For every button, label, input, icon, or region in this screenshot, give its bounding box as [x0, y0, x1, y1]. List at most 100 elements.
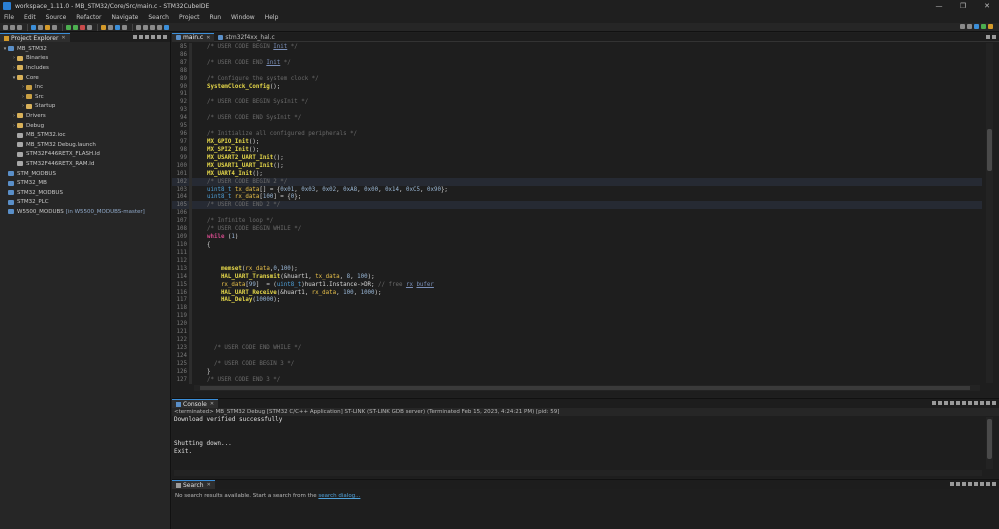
- device-perspective-icon[interactable]: [988, 24, 993, 29]
- scrollbar-thumb[interactable]: [987, 129, 992, 171]
- code-line[interactable]: 115 rx_data[99] = (uint8_t)huart1.Instan…: [172, 280, 982, 289]
- remove-all-icon[interactable]: [944, 401, 948, 405]
- close-icon[interactable]: ✕: [210, 401, 214, 407]
- build-icon[interactable]: [31, 24, 36, 30]
- editor-horizontal-scrollbar[interactable]: [194, 385, 980, 391]
- search-dialog-link[interactable]: search dialog...: [318, 493, 360, 499]
- device-config-icon[interactable]: [45, 24, 50, 30]
- navigate-icon[interactable]: [157, 24, 162, 30]
- collapse-all-icon[interactable]: [974, 482, 978, 486]
- code-line[interactable]: 101 MX_UART4_Init ();: [172, 169, 982, 178]
- menu-search[interactable]: Search: [148, 14, 169, 21]
- tab-project-explorer[interactable]: Project Explorer ✕: [0, 33, 70, 42]
- code-line[interactable]: 102 /* USER CODE BEGIN 2 */: [172, 177, 982, 186]
- search-icon[interactable]: [108, 24, 113, 30]
- code-line[interactable]: 85 /* USER CODE BEGIN Init */: [172, 43, 982, 51]
- terminate-icon[interactable]: [932, 401, 936, 405]
- tree-item[interactable]: › Includes: [0, 63, 170, 73]
- code-line[interactable]: 87 /* USER CODE END Init */: [172, 58, 982, 67]
- code-line[interactable]: 123 /* USER CODE END WHILE */: [172, 344, 982, 352]
- tree-item[interactable]: W5500_MODUBS [in W5500_MODUBS-master]: [0, 207, 170, 217]
- maximize-icon[interactable]: [163, 35, 167, 39]
- forward-icon[interactable]: [143, 24, 148, 30]
- minimize-icon[interactable]: [157, 35, 161, 39]
- code-line[interactable]: 86: [172, 50, 982, 59]
- code-line[interactable]: 96 /* Initialize all configured peripher…: [172, 130, 982, 139]
- cpp-perspective-icon[interactable]: [974, 24, 979, 29]
- word-wrap-icon[interactable]: [962, 401, 966, 405]
- tree-item[interactable]: STM32_PLC: [0, 198, 170, 208]
- tree-item[interactable]: ▾ Core: [0, 73, 170, 83]
- code-line[interactable]: 120: [172, 320, 982, 329]
- console-vertical-scrollbar[interactable]: [986, 417, 993, 469]
- menu-navigate[interactable]: Navigate: [111, 14, 138, 21]
- tree-item[interactable]: STM32_MB: [0, 178, 170, 188]
- tree-item[interactable]: MB_STM32.ioc: [0, 130, 170, 140]
- scrollbar-thumb[interactable]: [987, 419, 992, 459]
- code-line[interactable]: 118: [172, 304, 982, 313]
- tree-item[interactable]: STM32F446RETX_FLASH.ld: [0, 150, 170, 160]
- remove-match-icon[interactable]: [962, 482, 966, 486]
- code-line[interactable]: 91: [172, 90, 982, 99]
- code-line[interactable]: 93: [172, 106, 982, 115]
- new-icon[interactable]: [3, 24, 8, 30]
- tree-item[interactable]: STM_MODBUS: [0, 169, 170, 179]
- tab-main-c[interactable]: main.c ✕: [172, 32, 215, 42]
- code-line[interactable]: 127 /* USER CODE END 3 */: [172, 375, 982, 384]
- code-line[interactable]: 108 /* USER CODE BEGIN WHILE */: [172, 225, 982, 234]
- toggle-mark-icon[interactable]: [115, 24, 120, 30]
- menu-project[interactable]: Project: [179, 14, 200, 21]
- display-console-icon[interactable]: [974, 401, 978, 405]
- tree-item[interactable]: › Debug: [0, 121, 170, 131]
- maximize-icon[interactable]: [992, 401, 996, 405]
- tab-search[interactable]: Search ✕: [172, 480, 215, 489]
- code-line[interactable]: 109 while (1): [172, 233, 982, 242]
- code-line[interactable]: 98 MX_SPI2_Init ();: [172, 145, 982, 154]
- minimize-button[interactable]: —: [927, 0, 951, 12]
- console-horizontal-scrollbar[interactable]: [174, 470, 982, 476]
- code-line[interactable]: 104 uint8_t rx_data[100] = {0};: [172, 193, 982, 202]
- minimize-icon[interactable]: [986, 35, 990, 39]
- back-icon[interactable]: [136, 24, 141, 30]
- run-icon[interactable]: [73, 24, 78, 30]
- menu-run[interactable]: Run: [210, 14, 222, 21]
- menu-edit[interactable]: Edit: [24, 14, 36, 21]
- code-line[interactable]: 106: [172, 209, 982, 218]
- tree-item[interactable]: › Drivers: [0, 111, 170, 121]
- maximize-icon[interactable]: [992, 482, 996, 486]
- code-line[interactable]: 114 HAL_UART_Transmit (&huart1, tx_data, …: [172, 272, 982, 281]
- code-line[interactable]: 97 MX_GPIO_Init ();: [172, 138, 982, 146]
- settings-icon[interactable]: [52, 24, 57, 30]
- menu-window[interactable]: Window: [231, 14, 255, 21]
- debug-icon[interactable]: [66, 24, 71, 30]
- view-menu-icon[interactable]: [151, 35, 155, 39]
- collapse-all-icon[interactable]: [133, 35, 137, 39]
- open-folder-icon[interactable]: [101, 24, 106, 30]
- tree-item[interactable]: › Src: [0, 92, 170, 102]
- code-area[interactable]: 85 /* USER CODE BEGIN Init */86 87 /* USE…: [172, 43, 982, 384]
- build-config-icon[interactable]: [38, 24, 43, 30]
- close-icon[interactable]: ✕: [207, 482, 211, 488]
- pin-icon[interactable]: [122, 24, 127, 30]
- tree-item[interactable]: › Binaries: [0, 54, 170, 64]
- code-line[interactable]: 99 MX_USART2_UART_Init ();: [172, 153, 982, 162]
- code-line[interactable]: 89 /* Configure the system clock */: [172, 74, 982, 83]
- code-line[interactable]: 90 SystemClock_Config ();: [172, 82, 982, 91]
- code-line[interactable]: 92 /* USER CODE BEGIN SysInit */: [172, 98, 982, 107]
- code-line[interactable]: 103 uint8_t tx_data[] = {0x01, 0x03, 0x0…: [172, 185, 982, 194]
- stop-icon[interactable]: [80, 24, 85, 30]
- open-perspective-icon[interactable]: [967, 24, 972, 29]
- code-line[interactable]: 94 /* USER CODE END SysInit */: [172, 114, 982, 123]
- close-icon[interactable]: ✕: [206, 35, 210, 41]
- tree-item[interactable]: MB_STM32 Debug.launch: [0, 140, 170, 150]
- code-line[interactable]: 122: [172, 336, 982, 345]
- code-line[interactable]: 110 {: [172, 241, 982, 249]
- code-line[interactable]: 121: [172, 328, 982, 337]
- code-line[interactable]: 126 }: [172, 367, 982, 376]
- tab-stm32f4xx-hal-c[interactable]: stm32f4xx_hal.c: [214, 33, 278, 42]
- link-editor-icon[interactable]: [139, 35, 143, 39]
- debug-perspective-icon[interactable]: [981, 24, 986, 29]
- pin-console-icon[interactable]: [968, 401, 972, 405]
- code-line[interactable]: 100 MX_USART1_UART_Init ();: [172, 161, 982, 170]
- tree-item[interactable]: › Inc: [0, 82, 170, 92]
